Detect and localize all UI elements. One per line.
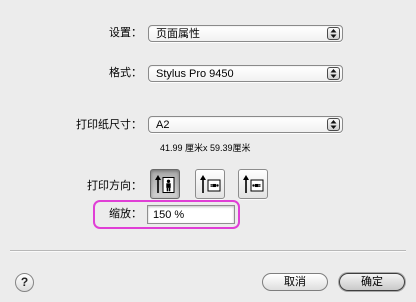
scale-input[interactable] (147, 205, 235, 224)
settings-popup-value: 页面属性 (156, 28, 200, 40)
settings-label: 设置： (109, 27, 142, 39)
up-down-arrows-icon (327, 67, 340, 80)
up-down-arrows-icon (327, 27, 340, 40)
orientation-reverse-landscape-button[interactable] (238, 169, 268, 199)
paper-size-label: 打印纸尺寸： (76, 119, 142, 131)
format-label: 格式： (109, 67, 142, 79)
portrait-icon (155, 175, 175, 193)
up-down-arrows-icon (327, 118, 340, 131)
paper-size-popup-value: A2 (156, 119, 170, 131)
page-setup-dialog: 设置： 页面属性 格式： Stylus Pro 9450 打印纸尺寸： A2 4… (0, 0, 416, 302)
orientation-label: 打印方向： (87, 180, 142, 192)
divider (10, 250, 406, 252)
ok-button[interactable]: 确定 (339, 273, 405, 291)
format-popup-value: Stylus Pro 9450 (156, 68, 234, 80)
scale-label: 缩放： (109, 208, 142, 220)
reverse-landscape-icon (243, 175, 264, 193)
settings-popup[interactable]: 页面属性 (148, 25, 343, 42)
help-icon[interactable]: ? (15, 273, 34, 292)
orientation-portrait-button[interactable] (150, 169, 180, 199)
cancel-button[interactable]: 取消 (262, 273, 328, 291)
landscape-icon (200, 175, 221, 193)
orientation-landscape-button[interactable] (195, 169, 225, 199)
paper-size-popup[interactable]: A2 (148, 116, 343, 133)
paper-dimensions: 41.99 厘米x 59.39厘米 (160, 143, 251, 153)
format-popup[interactable]: Stylus Pro 9450 (148, 65, 343, 82)
